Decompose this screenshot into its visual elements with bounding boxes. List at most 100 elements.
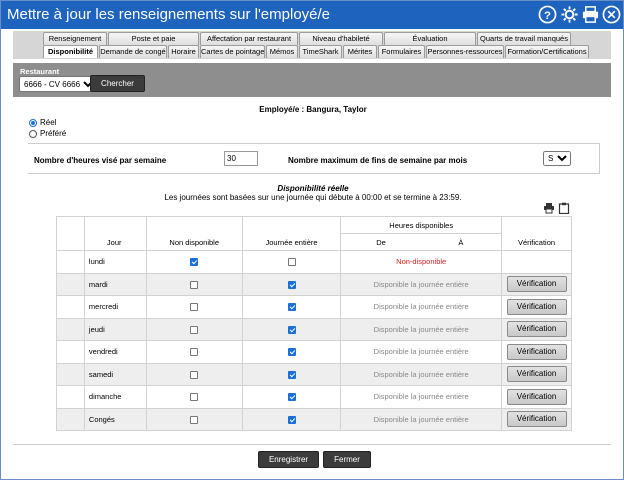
row-status: Disponible la journée entière bbox=[340, 362, 502, 386]
radio-prefere[interactable]: Préféré bbox=[29, 129, 66, 138]
tab-quarts-manques[interactable]: Quarts de travail manqués bbox=[477, 32, 571, 45]
row-spacer bbox=[56, 340, 85, 364]
row-status-text: Disponible la journée entière bbox=[373, 347, 469, 357]
row-spacer bbox=[56, 250, 85, 274]
not-available-checkbox[interactable] bbox=[190, 393, 199, 402]
tab-merites[interactable]: Mérites bbox=[343, 45, 377, 58]
header-from: De bbox=[340, 233, 421, 251]
row-verification bbox=[501, 250, 572, 274]
clipboard-icon[interactable] bbox=[558, 202, 570, 214]
whole-day-checkbox[interactable] bbox=[287, 393, 296, 402]
whole-day-checkbox[interactable] bbox=[287, 370, 296, 379]
availability-subtitle: Les journées sont basées sur une journée… bbox=[164, 193, 462, 202]
close-icon[interactable] bbox=[602, 5, 621, 24]
row-verification: Vérification bbox=[501, 295, 572, 319]
whole-day-checkbox[interactable] bbox=[287, 325, 296, 334]
tab-affectation[interactable]: Affectation par restaurant bbox=[200, 32, 298, 45]
row-day-label: jeudi bbox=[88, 324, 105, 334]
tab-renseignement[interactable]: Renseignement bbox=[43, 32, 107, 45]
radio-reel-indicator[interactable] bbox=[29, 118, 37, 127]
not-available-checkbox[interactable] bbox=[190, 325, 199, 334]
availability-title: Disponibilité réelle bbox=[277, 184, 349, 193]
verification-button[interactable]: Vérification bbox=[506, 388, 567, 405]
max-weekends-select[interactable]: S.O. bbox=[543, 151, 571, 166]
tab-niveau-habilete[interactable]: Niveau d'habileté bbox=[299, 32, 383, 45]
gear-icon[interactable] bbox=[560, 5, 579, 24]
verification-button[interactable]: Vérification bbox=[506, 298, 567, 315]
row-day-label: lundi bbox=[88, 257, 105, 267]
footer-divider bbox=[13, 444, 611, 445]
restaurant-search-bar: Restaurant 6666 - CV 6666 Chercher bbox=[13, 63, 611, 97]
target-hours-input[interactable] bbox=[224, 151, 258, 166]
header-verification: Vérification bbox=[501, 216, 572, 251]
not-available-checkbox[interactable] bbox=[190, 370, 199, 379]
whole-day-checkbox[interactable] bbox=[287, 280, 296, 289]
table-row: Congés Disponible la journée entière Vérif… bbox=[56, 407, 572, 431]
row-status: Disponible la journée entière bbox=[340, 340, 502, 364]
tab-cartes-pointage[interactable]: Cartes de pointage bbox=[200, 45, 265, 58]
row-status: Non-disponible bbox=[340, 250, 502, 274]
row-day-label: Congés bbox=[88, 414, 115, 424]
close-button[interactable]: Fermer bbox=[323, 451, 371, 468]
print-icon[interactable] bbox=[581, 5, 600, 24]
row-whole-day bbox=[241, 362, 342, 386]
tab-timeshark[interactable]: TimeShark bbox=[299, 45, 342, 58]
availability-table: Jour Non disponible Journée entière Heur… bbox=[56, 216, 572, 431]
tab-personnes-ressources[interactable]: Personnes-ressources bbox=[426, 45, 504, 58]
save-button[interactable]: Enregistrer bbox=[258, 451, 319, 468]
help-icon[interactable]: ? bbox=[538, 5, 557, 24]
row-not-available bbox=[145, 362, 243, 386]
row-spacer bbox=[56, 272, 85, 296]
target-hours-label: Nombre d'heures visé par semaine bbox=[34, 156, 167, 165]
tab-horaire[interactable]: Horaire bbox=[168, 45, 199, 58]
tab-formulaires[interactable]: Formulaires bbox=[378, 45, 425, 58]
employee-name: Employé/e : Bangura, Taylor bbox=[259, 105, 367, 114]
whole-day-checkbox[interactable] bbox=[287, 415, 296, 424]
radio-prefere-indicator[interactable] bbox=[29, 129, 37, 138]
row-whole-day bbox=[241, 317, 342, 341]
tab-demande-conge[interactable]: Demande de congé bbox=[99, 45, 167, 58]
tab-formation[interactable]: Formation/Certifications bbox=[505, 45, 589, 58]
row-status-text: Disponible la journée entière bbox=[373, 279, 469, 289]
row-status-text: Disponible la journée entière bbox=[373, 369, 469, 379]
not-available-checkbox[interactable] bbox=[190, 280, 199, 289]
row-day: mercredi bbox=[83, 295, 147, 319]
table-row: mardi Disponible la journée entière Vérifi… bbox=[56, 272, 572, 296]
whole-day-checkbox[interactable] bbox=[287, 258, 296, 267]
verification-button[interactable]: Vérification bbox=[506, 366, 567, 383]
row-day: samedi bbox=[83, 362, 147, 386]
header-not-available: Non disponible bbox=[145, 216, 243, 251]
row-day: mardi bbox=[83, 272, 147, 296]
tab-row-1: Renseignement Poste et paie Affectation … bbox=[43, 32, 572, 45]
restaurant-select[interactable]: 6666 - CV 6666 bbox=[19, 76, 97, 92]
tab-disponibilite[interactable]: Disponibilité bbox=[43, 45, 98, 58]
row-not-available bbox=[145, 340, 243, 364]
whole-day-checkbox[interactable] bbox=[287, 348, 296, 357]
header-day: Jour bbox=[83, 216, 147, 251]
verification-button[interactable]: Vérification bbox=[506, 343, 567, 360]
row-status-text: Disponible la journée entière bbox=[373, 414, 469, 424]
not-available-checkbox[interactable] bbox=[190, 415, 199, 424]
table-print-icon[interactable] bbox=[543, 202, 555, 214]
row-status: Disponible la journée entière bbox=[340, 272, 502, 296]
verification-button[interactable]: Vérification bbox=[506, 321, 567, 338]
max-weekends-label: Nombre maximum de fins de semaine par mo… bbox=[288, 156, 468, 165]
row-whole-day bbox=[241, 340, 342, 364]
row-status: Disponible la journée entière bbox=[340, 407, 502, 431]
not-available-checkbox[interactable] bbox=[190, 348, 199, 357]
not-available-checkbox[interactable] bbox=[190, 258, 199, 267]
radio-reel[interactable]: Réel bbox=[29, 118, 56, 127]
row-whole-day bbox=[241, 250, 342, 274]
table-row: dimanche Disponible la journée entière Vér… bbox=[56, 385, 572, 409]
header-hours-available: Heures disponibles bbox=[340, 216, 502, 234]
not-available-checkbox[interactable] bbox=[190, 303, 199, 312]
whole-day-checkbox[interactable] bbox=[287, 303, 296, 312]
tab-poste-paie[interactable]: Poste et paie bbox=[108, 32, 199, 45]
tab-bar: Renseignement Poste et paie Affectation … bbox=[13, 31, 611, 59]
tab-memos[interactable]: Mémos bbox=[266, 45, 298, 58]
verification-button[interactable]: Vérification bbox=[506, 276, 567, 293]
search-button[interactable]: Chercher bbox=[90, 75, 145, 92]
verification-button[interactable]: Vérification bbox=[506, 411, 567, 428]
table-row: mercredi Disponible la journée entière Vér… bbox=[56, 295, 572, 319]
tab-evaluation[interactable]: Évaluation bbox=[384, 32, 476, 45]
